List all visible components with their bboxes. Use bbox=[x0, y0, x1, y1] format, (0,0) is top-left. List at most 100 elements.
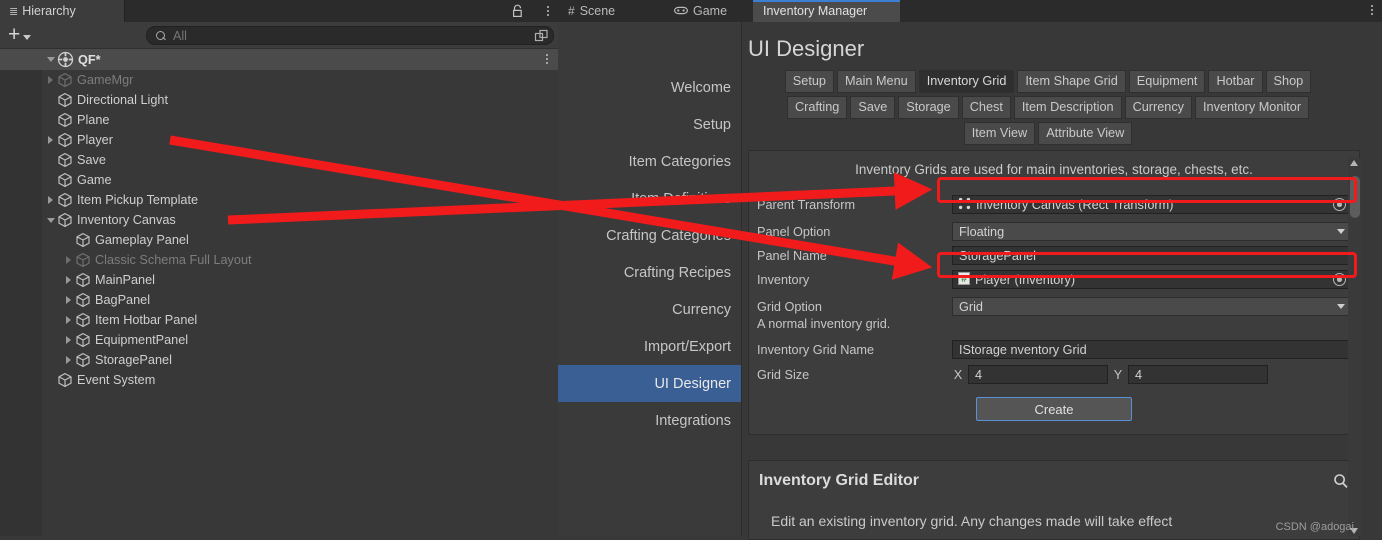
chevron-down-icon[interactable] bbox=[44, 217, 57, 223]
designer-tab-save[interactable]: Save bbox=[850, 96, 896, 119]
field-grid-size: Grid Size X 4 Y 4 bbox=[757, 364, 1351, 385]
chevron-down-icon bbox=[1337, 304, 1345, 309]
nav-item-ui-designer[interactable]: UI Designer bbox=[558, 365, 741, 402]
hierarchy-item[interactable]: Classic Schema Full Layout bbox=[0, 250, 558, 270]
panel-option-dropdown[interactable]: Floating bbox=[952, 222, 1351, 241]
hierarchy-search[interactable] bbox=[146, 26, 554, 45]
designer-tab-setup[interactable]: Setup bbox=[784, 70, 834, 93]
tab-inventory-manager[interactable]: Inventory Manager bbox=[753, 0, 900, 22]
chevron-right-icon[interactable] bbox=[44, 76, 57, 84]
object-picker-icon[interactable] bbox=[1333, 273, 1346, 286]
chevron-right-icon[interactable] bbox=[62, 356, 75, 364]
designer-tab-item-description[interactable]: Item Description bbox=[1013, 96, 1122, 119]
grid-name-label: Inventory Grid Name bbox=[757, 342, 875, 357]
inventory-grid-form: Inventory Grids are used for main invent… bbox=[748, 150, 1360, 435]
hierarchy-item[interactable]: Plane bbox=[0, 110, 558, 130]
nav-item-label: Currency bbox=[672, 301, 731, 318]
nav-item-import-export[interactable]: Import/Export bbox=[558, 328, 741, 365]
chevron-down-icon bbox=[23, 34, 32, 40]
grid-size-x-input[interactable]: 4 bbox=[968, 365, 1108, 384]
designer-tab-inventory-grid[interactable]: Inventory Grid bbox=[918, 70, 1015, 93]
hierarchy-item[interactable]: Directional Light bbox=[0, 90, 558, 110]
designer-tab-crafting[interactable]: Crafting bbox=[786, 96, 848, 119]
tab-hierarchy[interactable]: ≣ Hierarchy bbox=[0, 0, 125, 22]
parent-transform-field[interactable]: Inventory Canvas (Rect Transform) bbox=[952, 195, 1351, 214]
grid-option-dropdown[interactable]: Grid bbox=[952, 297, 1351, 316]
tab-scene[interactable]: # Scene bbox=[558, 0, 644, 22]
chevron-right-icon[interactable] bbox=[62, 256, 75, 264]
nav-item-currency[interactable]: Currency bbox=[558, 291, 741, 328]
chevron-right-icon[interactable] bbox=[62, 336, 75, 344]
scrollbar-thumb[interactable] bbox=[1349, 176, 1360, 218]
designer-tab-shop[interactable]: Shop bbox=[1265, 70, 1312, 93]
chevron-right-icon[interactable] bbox=[62, 296, 75, 304]
tab-game[interactable]: Game bbox=[664, 0, 746, 22]
designer-tab-item-shape-grid[interactable]: Item Shape Grid bbox=[1017, 70, 1126, 93]
hierarchy-item[interactable]: Item Pickup Template bbox=[0, 190, 558, 210]
hierarchy-item-label: BagPanel bbox=[95, 293, 151, 307]
designer-tab-equipment[interactable]: Equipment bbox=[1128, 70, 1206, 93]
designer-tab-item-view[interactable]: Item View bbox=[963, 122, 1036, 145]
gameobject-cube-icon bbox=[75, 232, 91, 248]
grid-size-y-input[interactable]: 4 bbox=[1128, 365, 1268, 384]
hierarchy-item[interactable]: GameMgr bbox=[0, 70, 558, 90]
hierarchy-item-label: Inventory Canvas bbox=[77, 213, 176, 227]
hierarchy-item[interactable]: Game bbox=[0, 170, 558, 190]
hierarchy-item[interactable]: BagPanel bbox=[0, 290, 558, 310]
hierarchy-item[interactable]: Gameplay Panel bbox=[0, 230, 558, 250]
nav-item-welcome[interactable]: Welcome bbox=[558, 69, 741, 106]
designer-tab-chest[interactable]: Chest bbox=[961, 96, 1011, 119]
gameobject-cube-icon bbox=[75, 292, 91, 308]
field-panel-option: Panel Option Floating bbox=[757, 221, 1351, 242]
chevron-right-icon[interactable] bbox=[44, 196, 57, 204]
create-button[interactable]: Create bbox=[976, 397, 1132, 421]
chevron-down-icon[interactable] bbox=[44, 57, 57, 62]
kebab-menu-icon[interactable] bbox=[546, 54, 548, 64]
content-scrollbar[interactable] bbox=[1348, 158, 1361, 536]
parent-transform-value: Inventory Canvas (Rect Transform) bbox=[976, 197, 1174, 212]
chevron-right-icon[interactable] bbox=[62, 316, 75, 324]
gameobject-cube-icon bbox=[75, 252, 91, 268]
hierarchy-item[interactable]: Event System bbox=[0, 370, 558, 390]
designer-tab-attribute-view[interactable]: Attribute View bbox=[1038, 122, 1133, 145]
designer-tab-hotbar[interactable]: Hotbar bbox=[1208, 70, 1263, 93]
inventory-value: Player (Inventory) bbox=[975, 272, 1076, 287]
designer-tab-currency[interactable]: Currency bbox=[1124, 96, 1193, 119]
kebab-menu-icon[interactable] bbox=[1371, 5, 1373, 15]
designer-tab-inventory-monitor[interactable]: Inventory Monitor bbox=[1195, 96, 1310, 119]
chevron-right-icon[interactable] bbox=[62, 276, 75, 284]
hierarchy-toolbar: + bbox=[0, 22, 558, 49]
hierarchy-scene-root[interactable]: QF* bbox=[0, 49, 558, 70]
search-icon[interactable] bbox=[1333, 473, 1349, 489]
nav-item-item-categories[interactable]: Item Categories bbox=[558, 143, 741, 180]
hierarchy-item[interactable]: Save bbox=[0, 150, 558, 170]
nav-item-item-definitions[interactable]: Item Definitions bbox=[558, 180, 741, 217]
triangle-up-icon[interactable] bbox=[1350, 160, 1358, 166]
nav-item-integrations[interactable]: Integrations bbox=[558, 402, 741, 439]
hierarchy-item[interactable]: StoragePanel bbox=[0, 350, 558, 370]
hierarchy-item[interactable]: Item Hotbar Panel bbox=[0, 310, 558, 330]
hierarchy-item[interactable]: Inventory Canvas bbox=[0, 210, 558, 230]
inventory-field[interactable]: # Player (Inventory) bbox=[952, 270, 1351, 289]
expand-icon[interactable] bbox=[534, 29, 549, 44]
search-input[interactable] bbox=[173, 28, 503, 43]
field-parent-transform: Parent Transform Inventory Canvas (Rect … bbox=[757, 194, 1351, 215]
panel-name-input[interactable]: StoragePanel bbox=[952, 246, 1351, 265]
designer-tab-storage[interactable]: Storage bbox=[898, 96, 959, 119]
hierarchy-tree[interactable]: QF* GameMgr Directional Light Plane Player S… bbox=[0, 49, 558, 536]
grid-name-input[interactable]: IStorage nventory Grid bbox=[952, 340, 1351, 359]
nav-item-crafting-recipes[interactable]: Crafting Recipes bbox=[558, 254, 741, 291]
hierarchy-item[interactable]: Player bbox=[0, 130, 558, 150]
designer-tab-main-menu[interactable]: Main Menu bbox=[836, 70, 916, 93]
nav-item-setup[interactable]: Setup bbox=[558, 106, 741, 143]
kebab-menu-icon[interactable] bbox=[547, 5, 549, 17]
hierarchy-item[interactable]: MainPanel bbox=[0, 270, 558, 290]
designer-tab-row: Setup Main Menu Inventory Grid Item Shape G… bbox=[748, 70, 1348, 93]
object-picker-icon[interactable] bbox=[1333, 198, 1346, 211]
nav-item-crafting-categories[interactable]: Crafting Categories bbox=[558, 217, 741, 254]
gameobject-cube-icon bbox=[75, 332, 91, 348]
lock-icon[interactable] bbox=[511, 4, 524, 18]
chevron-right-icon[interactable] bbox=[44, 136, 57, 144]
hierarchy-item[interactable]: EquipmentPanel bbox=[0, 330, 558, 350]
add-object-button[interactable]: + bbox=[8, 24, 32, 45]
